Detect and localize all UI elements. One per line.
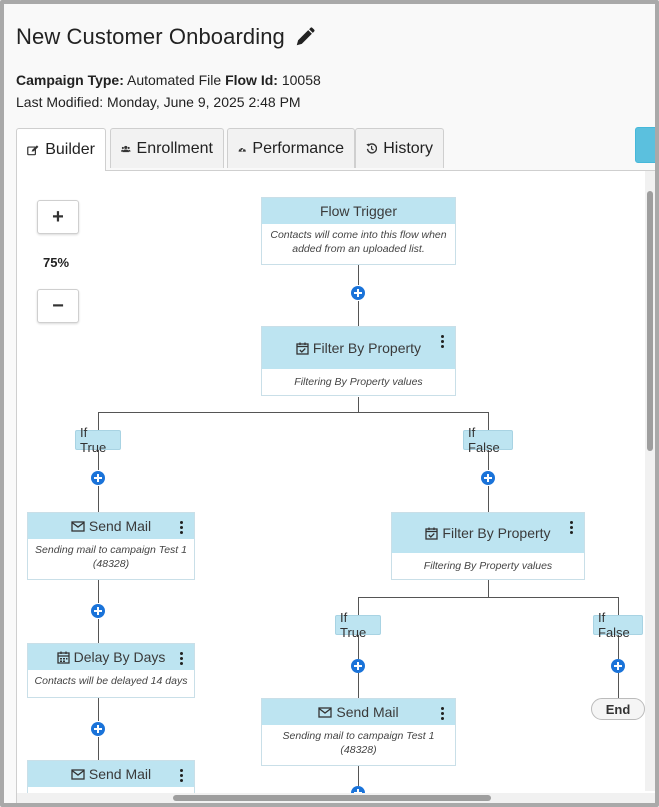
more-options-icon[interactable] [441,335,445,350]
envelope-icon [318,706,333,718]
connector-line [98,580,99,603]
branch-if-true[interactable]: If True [75,425,121,455]
branch-if-true[interactable]: If True [335,610,381,640]
send-mail-header: Send Mail [262,699,455,725]
more-options-icon[interactable] [180,521,184,536]
flow-trigger-title: Flow Trigger [262,198,455,224]
add-step-button[interactable] [91,604,105,618]
envelope-icon [71,768,85,780]
connector-line [358,597,618,598]
connector-line [98,486,99,512]
more-options-icon[interactable] [570,521,574,536]
more-options-icon[interactable] [180,652,184,667]
campaign-type-label: Campaign Type: [16,72,124,88]
branch-if-false[interactable]: If False [463,425,513,455]
page-container: New Customer Onboarding Campaign Type: A… [4,4,655,803]
tab-history-label: History [383,139,433,157]
send-mail-title: Send Mail [88,518,152,534]
add-step-button[interactable] [91,471,105,485]
action-button[interactable] [635,127,655,163]
window-frame: New Customer Onboarding Campaign Type: A… [0,0,659,807]
send-mail-description: Sending mail to campaign Test 1 (48328) [282,730,435,756]
pencil-icon[interactable] [294,26,316,48]
flow-trigger-description: Contacts will come into this flow when a… [270,229,447,255]
calendar-check-icon [425,527,439,540]
zoom-out-button[interactable]: − [37,289,79,323]
tab-performance[interactable]: Performance [227,128,355,168]
add-step-button[interactable] [91,722,105,736]
flow-id-value: 10058 [281,72,321,88]
add-step-button[interactable] [611,659,625,673]
connector-line [358,397,359,413]
filter-property-node[interactable]: Filter By Property Filtering By Property… [261,326,456,396]
calendar-icon [56,651,70,664]
scrollbar-thumb[interactable] [173,795,491,801]
send-mail-description: Sending mail to campaign Test 1 (48328) [35,544,187,570]
edit-icon [27,144,39,155]
vertical-scrollbar[interactable] [645,171,655,791]
tab-performance-label: Performance [252,139,344,157]
branch-if-false[interactable]: If False [593,610,643,640]
more-options-icon[interactable] [441,707,445,722]
tab-enrollment-label: Enrollment [136,139,213,157]
delay-description: Contacts will be delayed 14 days [34,675,188,687]
add-step-button[interactable] [351,286,365,300]
delay-days-node[interactable]: Delay By Days Contacts will be delayed 1… [27,643,195,698]
filter-node-description: Filtering By Property values [294,376,423,388]
flow-id-label: Flow Id: [225,72,278,88]
connector-line [358,766,359,786]
calendar-check-icon [296,342,309,355]
end-node[interactable]: End [591,698,645,720]
more-options-icon[interactable] [180,769,184,784]
page-title: New Customer Onboarding [16,24,285,49]
filter-node-description: Filtering By Property values [423,560,553,572]
flow-trigger-node[interactable]: Flow Trigger Contacts will come into thi… [261,197,456,265]
connector-line [358,301,359,326]
filter-node-title: Filter By Property [312,339,422,356]
tab-builder[interactable]: Builder [16,128,106,171]
send-mail-title: Send Mail [336,704,399,720]
send-mail-node[interactable]: Send Mail Sending mail to campaign Test … [27,512,195,580]
envelope-icon [71,520,85,532]
connector-line [488,580,489,598]
scrollbar-thumb[interactable] [647,191,653,451]
flow-canvas[interactable]: + 75% − Flow Trigger Contacts will come … [16,170,655,803]
send-mail-header: Send Mail [28,761,194,787]
tab-enrollment[interactable]: Enrollment [110,128,224,168]
add-step-button[interactable] [481,471,495,485]
send-mail-node[interactable]: Send Mail Sending mail to campaign Test … [261,698,456,766]
delay-header: Delay By Days [28,644,194,670]
filter-property-node[interactable]: Filter By Property Filtering By Property… [391,512,585,580]
connector-line [358,673,359,698]
tab-builder-label: Builder [45,141,95,158]
users-icon [121,145,131,152]
connector-line [98,698,99,721]
zoom-in-button[interactable]: + [37,200,79,234]
send-mail-title: Send Mail [88,766,152,782]
tab-history[interactable]: History [355,128,444,168]
add-step-button[interactable] [351,659,365,673]
filter-node-title: Filter By Property [442,524,551,541]
history-icon [366,143,378,154]
filter-node-header: Filter By Property [262,327,455,369]
filter-node-header: Filter By Property [392,513,584,553]
zoom-level: 75% [43,255,70,270]
campaign-type-value: Automated File [127,72,222,88]
connector-line [98,412,488,413]
connector-line [98,619,99,643]
dashboard-icon [238,146,246,152]
last-modified: Last Modified: Monday, June 9, 2025 2:48… [16,94,301,110]
send-mail-header: Send Mail [28,513,194,539]
connector-line [488,486,489,512]
connector-line [618,673,619,698]
delay-title: Delay By Days [73,649,166,665]
connector-line [98,737,99,760]
connector-line [358,265,359,285]
campaign-meta: Campaign Type: Automated File Flow Id: 1… [16,72,321,88]
horizontal-scrollbar[interactable] [17,793,655,803]
